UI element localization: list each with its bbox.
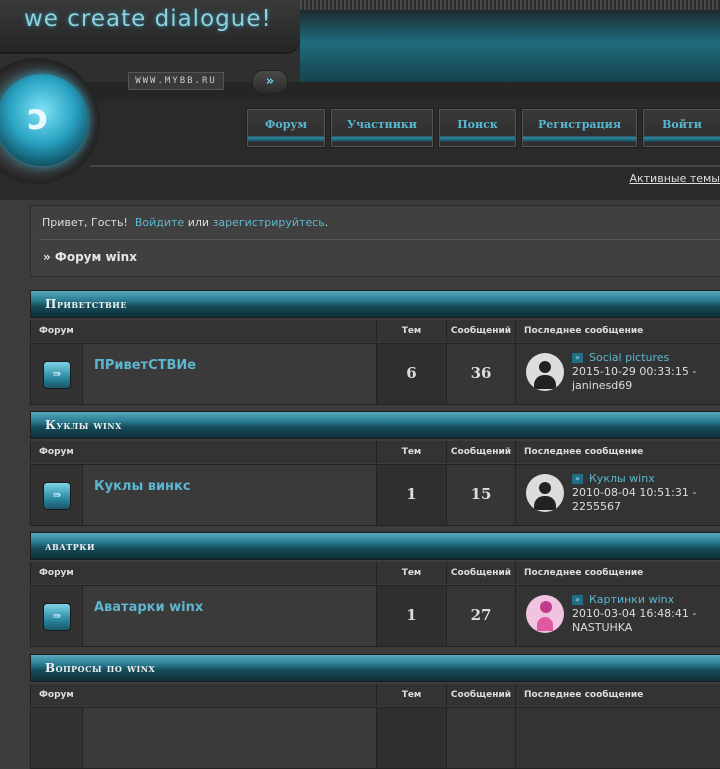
nav-register[interactable]: Регистрация xyxy=(521,108,638,148)
avatar[interactable] xyxy=(526,353,564,391)
category-title[interactable]: Куклы winx xyxy=(30,411,720,439)
col-posts: Сообщений xyxy=(447,684,516,706)
last-post-user[interactable]: janinesd69 xyxy=(572,379,632,392)
col-topics: Тем xyxy=(377,562,447,584)
nav-members[interactable]: Участники xyxy=(330,108,434,148)
last-post-title[interactable]: Social pictures xyxy=(589,351,669,364)
logo[interactable]: ↄ xyxy=(0,74,88,166)
col-last: Последнее сообщение xyxy=(516,320,720,342)
last-post: » Картинки winx 2010-03-04 16:48:41 - NAS… xyxy=(516,586,720,646)
column-headers: Форум Тем Сообщений Последнее сообщение xyxy=(30,684,720,706)
category-block: Куклы winx Форум Тем Сообщений Последнее… xyxy=(30,411,720,526)
category-block: Вопросы по winx Форум Тем Сообщений Посл… xyxy=(30,654,720,769)
forum-status-icon[interactable]: ⇛ xyxy=(43,482,71,510)
last-post-date: 2010-08-04 10:51:31 - xyxy=(572,486,697,499)
last-post-info: » Куклы winx 2010-08-04 10:51:31 - 225556… xyxy=(572,472,696,514)
forum-name[interactable]: Куклы винкс xyxy=(83,465,377,525)
greeting: Привет, Гость! Войдите или зарегистрируй… xyxy=(42,216,328,229)
header: we create dialogue! WWW.MYBB.RU » ↄ Фору… xyxy=(0,0,720,200)
category-title[interactable]: Приветствие xyxy=(30,290,720,318)
col-forum: Форум xyxy=(31,441,377,463)
post-count: 15 xyxy=(447,465,516,525)
col-forum: Форум xyxy=(31,684,377,706)
go-to-post-icon[interactable]: » xyxy=(572,474,583,484)
forum-name[interactable] xyxy=(83,708,377,768)
last-post-user[interactable]: NASTUHKA xyxy=(572,621,632,634)
forum-icon-cell: ⇛ xyxy=(31,586,83,646)
last-post-title[interactable]: Картинки winx xyxy=(589,593,674,606)
category-title[interactable]: аватрки xyxy=(30,532,720,560)
topic-count: 1 xyxy=(377,586,447,646)
forum-icon-cell xyxy=(31,708,83,768)
category-title[interactable]: Вопросы по winx xyxy=(30,654,720,682)
col-forum: Форум xyxy=(31,320,377,342)
column-headers: Форум Тем Сообщений Последнее сообщение xyxy=(30,320,720,342)
forum-icon-cell: ⇛ xyxy=(31,465,83,525)
category-block: аватрки Форум Тем Сообщений Последнее со… xyxy=(30,532,720,647)
last-post-info: » Social pictures 2015-10-29 00:33:15 - j… xyxy=(572,351,696,393)
go-to-post-icon[interactable]: » xyxy=(572,353,583,363)
last-post-date: 2010-03-04 16:48:41 - xyxy=(572,607,697,620)
col-posts: Сообщений xyxy=(447,441,516,463)
divider xyxy=(39,239,720,240)
divider xyxy=(90,165,720,167)
forum-status-icon[interactable]: ⇛ xyxy=(43,361,71,389)
col-posts: Сообщений xyxy=(447,320,516,342)
col-topics: Тем xyxy=(377,441,447,463)
forum-status-icon[interactable]: ⇛ xyxy=(43,603,71,631)
welcome-box: Привет, Гость! Войдите или зарегистрируй… xyxy=(30,205,720,277)
forum-row: ⇛ ПРиветСТВИе 6 36 » Social pictures 2015… xyxy=(30,343,720,405)
last-post-info: » Картинки winx 2010-03-04 16:48:41 - NAS… xyxy=(572,593,696,635)
category-block: Приветствие Форум Тем Сообщений Последне… xyxy=(30,290,720,405)
forum-icon-cell: ⇛ xyxy=(31,344,83,404)
main-nav: Форум Участники Поиск Регистрация Войти xyxy=(246,108,720,148)
post-count xyxy=(447,708,516,768)
login-link[interactable]: Войдите xyxy=(135,216,184,229)
go-to-post-icon[interactable]: » xyxy=(572,595,583,605)
slogan-box: we create dialogue! xyxy=(0,0,300,52)
forum-row: ⇛ Куклы винкс 1 15 » Куклы winx 2010-08-0… xyxy=(30,464,720,526)
topic-count: 6 xyxy=(377,344,447,404)
breadcrumb: » Форум winx xyxy=(43,250,137,264)
dot: . xyxy=(324,216,329,229)
last-post-user[interactable]: 2255567 xyxy=(572,500,621,513)
header-banner xyxy=(300,10,720,82)
nav-forum[interactable]: Форум xyxy=(246,108,326,148)
header-strip xyxy=(0,82,720,102)
post-count: 27 xyxy=(447,586,516,646)
forum-row xyxy=(30,707,720,769)
logo-icon: ↄ xyxy=(27,97,49,138)
last-post: » Social pictures 2015-10-29 00:33:15 - j… xyxy=(516,344,720,404)
go-button[interactable]: » xyxy=(252,70,288,94)
column-headers: Форум Тем Сообщений Последнее сообщение xyxy=(30,562,720,584)
col-topics: Тем xyxy=(377,684,447,706)
register-link[interactable]: зарегистрируйтесь xyxy=(213,216,325,229)
last-post: » Куклы winx 2010-08-04 10:51:31 - 225556… xyxy=(516,465,720,525)
topic-count: 1 xyxy=(377,465,447,525)
avatar[interactable] xyxy=(526,474,564,512)
nav-search[interactable]: Поиск xyxy=(438,108,517,148)
col-posts: Сообщений xyxy=(447,562,516,584)
col-last: Последнее сообщение xyxy=(516,441,720,463)
site-url[interactable]: WWW.MYBB.RU xyxy=(128,72,224,90)
col-last: Последнее сообщение xyxy=(516,562,720,584)
column-headers: Форум Тем Сообщений Последнее сообщение xyxy=(30,441,720,463)
greeting-text: Привет, Гость! xyxy=(42,216,128,229)
active-topics-link[interactable]: Активные темы xyxy=(629,172,720,185)
col-topics: Тем xyxy=(377,320,447,342)
forum-name[interactable]: Аватарки winx xyxy=(83,586,377,646)
or-text: или xyxy=(187,216,210,229)
post-count: 36 xyxy=(447,344,516,404)
last-post xyxy=(516,708,720,768)
forum-name[interactable]: ПРиветСТВИе xyxy=(83,344,377,404)
site-slogan: we create dialogue! xyxy=(24,6,272,32)
avatar[interactable] xyxy=(526,595,564,633)
last-post-date: 2015-10-29 00:33:15 - xyxy=(572,365,697,378)
col-forum: Форум xyxy=(31,562,377,584)
col-last: Последнее сообщение xyxy=(516,684,720,706)
forum-row: ⇛ Аватарки winx 1 27 » Картинки winx 2010… xyxy=(30,585,720,647)
nav-login[interactable]: Войти xyxy=(642,108,720,148)
topic-count xyxy=(377,708,447,768)
last-post-title[interactable]: Куклы winx xyxy=(589,472,655,485)
